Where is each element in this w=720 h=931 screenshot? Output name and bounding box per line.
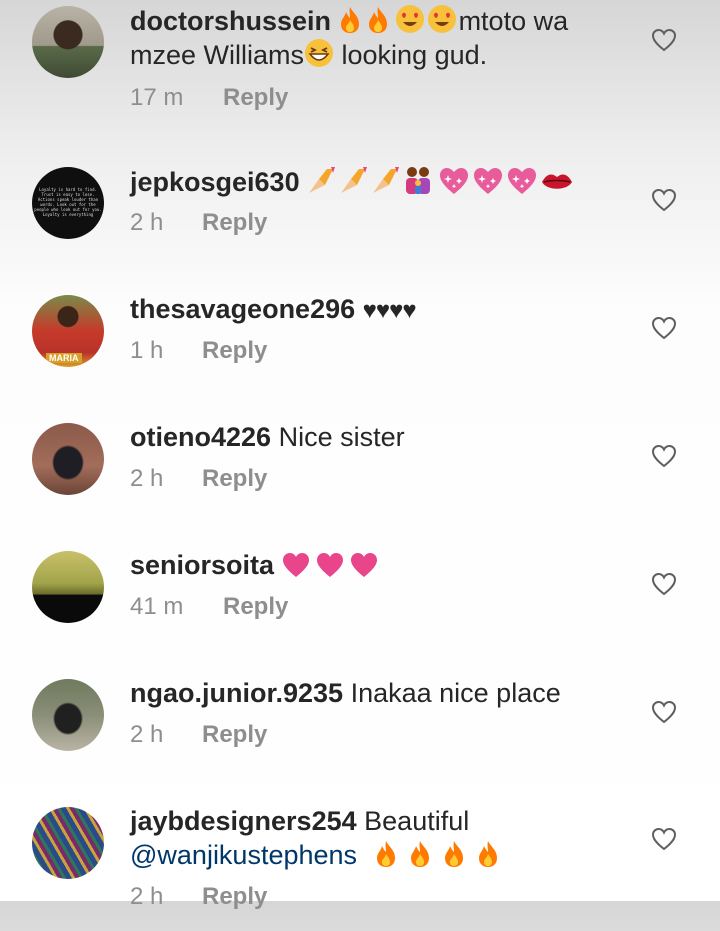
comment-body: Inakaa nice place	[350, 678, 561, 708]
comment-time: 2 h	[130, 721, 164, 748]
nail-polish-emoji-icon	[307, 165, 337, 195]
comment-text-line2: mzee Williams looking gud.	[130, 38, 670, 72]
comment-username[interactable]: otieno4226	[130, 422, 271, 452]
avatar[interactable]: MARIA	[32, 295, 104, 367]
avatar[interactable]: Loyalty is hard to find. Trust is easy t…	[32, 167, 104, 239]
comment-body: looking gud.	[334, 40, 488, 70]
avatar[interactable]	[32, 423, 104, 495]
pink-heart-emoji-icon	[350, 552, 378, 578]
heart-outline-icon[interactable]	[651, 827, 677, 851]
reply-button[interactable]: Reply	[202, 721, 267, 749]
comment-text: otieno4226 Nice sister	[130, 421, 670, 454]
pink-heart-emoji-icon	[316, 552, 344, 578]
grinning-squint-emoji-icon	[304, 38, 334, 68]
comment-time: 17 m	[130, 84, 184, 111]
comment-username[interactable]: jaybdesigners254	[130, 806, 357, 836]
avatar[interactable]	[32, 551, 104, 623]
reply-button[interactable]: Reply	[202, 465, 267, 493]
avatar[interactable]	[32, 807, 104, 879]
pink-heart-emoji-icon	[282, 552, 310, 578]
mention-link[interactable]: @wanjikustephens	[130, 840, 357, 870]
comment-text: seniorsoita	[130, 549, 670, 582]
comment-time: 1 h	[130, 337, 164, 364]
family-emoji-icon	[403, 165, 433, 195]
comment-username[interactable]: ngao.junior.9235	[130, 678, 343, 708]
reply-button[interactable]: Reply	[202, 209, 267, 237]
heart-outline-icon[interactable]	[651, 444, 677, 468]
sparkling-heart-emoji-icon	[507, 167, 537, 195]
comment-text: thesavageone296 ♥♥♥♥	[130, 293, 670, 327]
comment-username[interactable]: seniorsoita	[130, 550, 274, 580]
comment-time: 2 h	[130, 465, 164, 492]
comment-item: ngao.junior.9235 Inakaa nice place 2 h R…	[0, 675, 720, 803]
lips-emoji-icon	[541, 169, 573, 195]
avatar[interactable]	[32, 6, 104, 78]
fire-emoji-icon	[367, 6, 389, 34]
sparkling-heart-emoji-icon	[473, 167, 503, 195]
comment-body: ♥♥♥♥	[362, 297, 417, 324]
reply-button[interactable]: Reply	[223, 84, 288, 112]
comment-time: 2 h	[130, 883, 164, 910]
comment-body: mzee Williams	[130, 40, 305, 70]
heart-outline-icon[interactable]	[651, 572, 677, 596]
fire-emoji-icon	[409, 840, 431, 868]
heart-eyes-emoji-icon	[427, 4, 457, 34]
reply-button[interactable]: Reply	[202, 337, 267, 365]
comment-body: Beautiful	[364, 806, 470, 836]
comment-item: MARIA thesavageone296 ♥♥♥♥ 1 h Reply	[0, 291, 720, 419]
comment-username[interactable]: jepkosgei630	[130, 167, 300, 197]
heart-eyes-emoji-icon	[395, 4, 425, 34]
fire-emoji-icon	[339, 6, 361, 34]
comment-item: jaybdesigners254 Beautiful @wanjikusteph…	[0, 803, 720, 931]
comment-item: doctorshussein mtoto wa mzee Williams lo…	[0, 2, 720, 130]
comment-body: Nice sister	[278, 422, 405, 452]
comment-text: jaybdesigners254 Beautiful	[130, 805, 670, 838]
sparkling-heart-emoji-icon	[439, 167, 469, 195]
comment-time: 2 h	[130, 209, 164, 236]
heart-outline-icon[interactable]	[651, 28, 677, 52]
comment-body: mtoto wa	[458, 6, 569, 36]
comment-text: ngao.junior.9235 Inakaa nice place	[130, 677, 670, 710]
comment-item: otieno4226 Nice sister 2 h Reply	[0, 419, 720, 547]
reply-button[interactable]: Reply	[223, 593, 288, 621]
comment-text: doctorshussein mtoto wa	[130, 4, 670, 38]
fire-emoji-icon	[477, 840, 499, 868]
avatar-quote-text: Loyalty is hard to find. Trust is easy t…	[34, 187, 102, 217]
comment-username[interactable]: doctorshussein	[130, 6, 331, 36]
fire-emoji-icon	[375, 840, 397, 868]
comment-text-line2: @wanjikustephens	[130, 839, 670, 872]
comment-time: 41 m	[130, 593, 184, 620]
comments-screen: { "comments": [ { "username": "doctorshu…	[0, 0, 720, 910]
reply-button[interactable]: Reply	[202, 883, 267, 911]
heart-outline-icon[interactable]	[651, 700, 677, 724]
nail-polish-emoji-icon	[339, 165, 369, 195]
nail-polish-emoji-icon	[371, 165, 401, 195]
heart-outline-icon[interactable]	[651, 316, 677, 340]
comment-username[interactable]: thesavageone296	[130, 294, 355, 324]
avatar[interactable]	[32, 679, 104, 751]
heart-outline-icon[interactable]	[651, 188, 677, 212]
avatar-label: MARIA	[46, 353, 82, 363]
fire-emoji-icon	[443, 840, 465, 868]
comment-item: Loyalty is hard to find. Trust is easy t…	[0, 163, 720, 291]
comment-item: seniorsoita 41 m Reply	[0, 547, 720, 675]
comment-text: jepkosgei630	[130, 165, 670, 199]
